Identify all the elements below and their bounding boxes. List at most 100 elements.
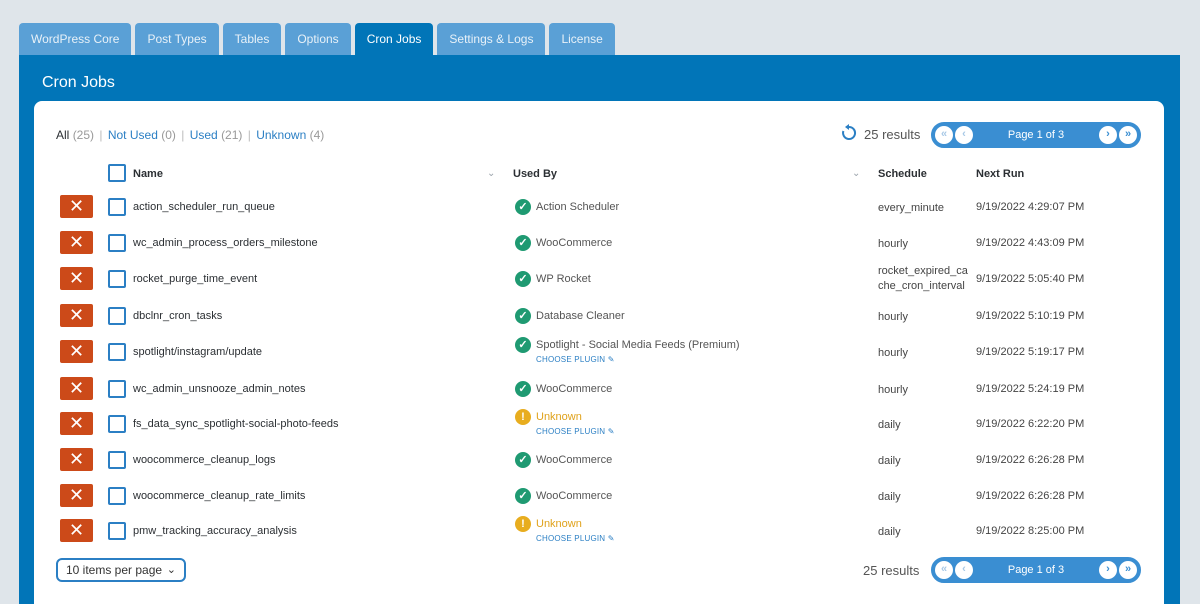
chevron-down-icon: ⌄	[166, 564, 176, 576]
cron-job-name: spotlight/instagram/update	[133, 346, 263, 358]
delete-button[interactable]: ✕	[60, 304, 93, 327]
tab-post-types[interactable]: Post Types	[135, 23, 219, 55]
schedule-value: daily	[878, 419, 901, 431]
row-checkbox[interactable]	[108, 343, 126, 361]
schedule-value: daily	[878, 491, 901, 503]
last-page-button[interactable]: »	[1119, 561, 1137, 579]
prev-page-button[interactable]: ‹	[955, 126, 973, 144]
cron-job-name: woocommerce_cleanup_logs	[133, 454, 276, 466]
row-checkbox[interactable]	[108, 451, 126, 469]
filter-separator: |	[181, 128, 185, 142]
next-run-value: 9/19/2022 5:24:19 PM	[976, 383, 1085, 395]
first-page-button[interactable]: «	[935, 126, 953, 144]
table-row: ✕ wc_admin_process_orders_milestone ✓ WooCo…	[34, 225, 1164, 261]
row-checkbox[interactable]	[108, 198, 126, 216]
delete-button[interactable]: ✕	[60, 412, 93, 435]
schedule-value: rocket_expired_cache_cron_interval	[878, 265, 968, 292]
schedule-value: hourly	[878, 311, 908, 323]
pagination-top: Page 1 of 3 « ‹ › »	[931, 122, 1141, 148]
delete-button[interactable]: ✕	[60, 195, 93, 218]
cron-job-name: woocommerce_cleanup_rate_limits	[133, 490, 306, 502]
filter-used-count: (21)	[221, 128, 243, 142]
items-per-page-select[interactable]: 10 items per page ⌄	[56, 558, 186, 582]
choose-plugin-link[interactable]: CHOOSE PLUGIN ✎	[536, 534, 615, 543]
tab-tables[interactable]: Tables	[222, 23, 282, 55]
delete-button[interactable]: ✕	[60, 448, 93, 471]
delete-button[interactable]: ✕	[60, 231, 93, 254]
row-checkbox[interactable]	[108, 270, 126, 288]
tab-cron-jobs[interactable]: Cron Jobs	[354, 23, 434, 55]
chevron-down-icon[interactable]: ⌄	[852, 168, 860, 179]
check-circle-icon: ✓	[515, 488, 531, 504]
check-circle-icon: ✓	[515, 271, 531, 287]
delete-button[interactable]: ✕	[60, 484, 93, 507]
cron-job-name: rocket_purge_time_event	[133, 273, 258, 285]
filter-not-used[interactable]: Not Used	[108, 128, 158, 142]
check-circle-icon: ✓	[515, 199, 531, 215]
check-circle-icon: ✓	[515, 452, 531, 468]
delete-button[interactable]: ✕	[60, 267, 93, 290]
table-row: ✕ dbclnr_cron_tasks ✓ Database Cleaner hourl…	[34, 298, 1164, 334]
row-checkbox[interactable]	[108, 487, 126, 505]
filter-unknown[interactable]: Unknown	[256, 128, 306, 142]
items-per-page-label: 10 items per page	[66, 563, 163, 577]
filter-all-count: (25)	[72, 128, 95, 142]
filter-bar: All (25) | Not Used (0) | Used (21) | Un…	[56, 128, 324, 142]
next-run-value: 9/19/2022 5:19:17 PM	[976, 346, 1085, 358]
tab-wordpress-core[interactable]: WordPress Core	[19, 23, 132, 55]
check-circle-icon: ✓	[515, 308, 531, 324]
schedule-value: daily	[878, 526, 901, 538]
row-checkbox[interactable]	[108, 307, 126, 325]
schedule-value: daily	[878, 455, 901, 467]
next-page-button[interactable]: ›	[1099, 561, 1117, 579]
next-run-value: 9/19/2022 6:26:28 PM	[976, 490, 1085, 502]
table-row: ✕ action_scheduler_run_queue ✓ Action Sched…	[34, 189, 1164, 225]
filter-used[interactable]: Used	[190, 128, 218, 142]
table-row: ✕ rocket_purge_time_event ✓ WP Rocket rocket…	[34, 261, 1164, 297]
refresh-icon[interactable]	[840, 124, 858, 142]
cron-job-name: wc_admin_unsnooze_admin_notes	[133, 383, 306, 395]
column-header-name[interactable]: Name	[133, 168, 163, 180]
schedule-value: hourly	[878, 238, 908, 250]
results-count-bottom: 25 results	[863, 563, 920, 578]
filter-separator: |	[247, 128, 251, 142]
select-all-checkbox[interactable]	[108, 164, 126, 182]
used-by-plugin: WP Rocket	[536, 273, 591, 285]
tab-settings-logs[interactable]: Settings & Logs	[437, 23, 546, 55]
next-run-value: 9/19/2022 5:05:40 PM	[976, 273, 1085, 285]
chevron-down-icon[interactable]: ⌄	[487, 168, 495, 179]
check-circle-icon: ✓	[515, 337, 531, 353]
next-run-value: 9/19/2022 5:10:19 PM	[976, 310, 1085, 322]
used-by-plugin: WooCommerce	[536, 237, 613, 249]
choose-plugin-link[interactable]: CHOOSE PLUGIN ✎	[536, 427, 615, 436]
pagination-bottom: Page 1 of 3 « ‹ › »	[931, 557, 1141, 583]
column-header-next-run: Next Run	[976, 168, 1025, 180]
used-by-plugin: Unknown	[536, 411, 582, 423]
first-page-button[interactable]: «	[935, 561, 953, 579]
next-run-value: 9/19/2022 4:43:09 PM	[976, 237, 1085, 249]
row-checkbox[interactable]	[108, 522, 126, 540]
delete-button[interactable]: ✕	[60, 377, 93, 400]
row-checkbox[interactable]	[108, 380, 126, 398]
prev-page-button[interactable]: ‹	[955, 561, 973, 579]
warning-icon: !	[515, 409, 531, 425]
tab-license[interactable]: License	[549, 23, 615, 55]
next-page-button[interactable]: ›	[1099, 126, 1117, 144]
row-checkbox[interactable]	[108, 234, 126, 252]
next-run-value: 9/19/2022 8:25:00 PM	[976, 525, 1085, 537]
next-run-value: 9/19/2022 6:22:20 PM	[976, 418, 1085, 430]
used-by-plugin: WooCommerce	[536, 490, 613, 502]
choose-plugin-link[interactable]: CHOOSE PLUGIN ✎	[536, 355, 615, 364]
used-by-plugin: WooCommerce	[536, 454, 613, 466]
cron-job-name: wc_admin_process_orders_milestone	[133, 237, 318, 249]
table-row: ✕ woocommerce_cleanup_logs ✓ WooCommerce dai…	[34, 442, 1164, 478]
delete-button[interactable]: ✕	[60, 340, 93, 363]
used-by-plugin: Action Scheduler	[536, 201, 620, 213]
delete-button[interactable]: ✕	[60, 519, 93, 542]
column-header-schedule: Schedule	[878, 168, 927, 180]
tab-options[interactable]: Options	[285, 23, 351, 55]
row-checkbox[interactable]	[108, 415, 126, 433]
column-header-used-by[interactable]: Used By	[513, 168, 557, 180]
filter-all[interactable]: All	[56, 128, 69, 142]
last-page-button[interactable]: »	[1119, 126, 1137, 144]
